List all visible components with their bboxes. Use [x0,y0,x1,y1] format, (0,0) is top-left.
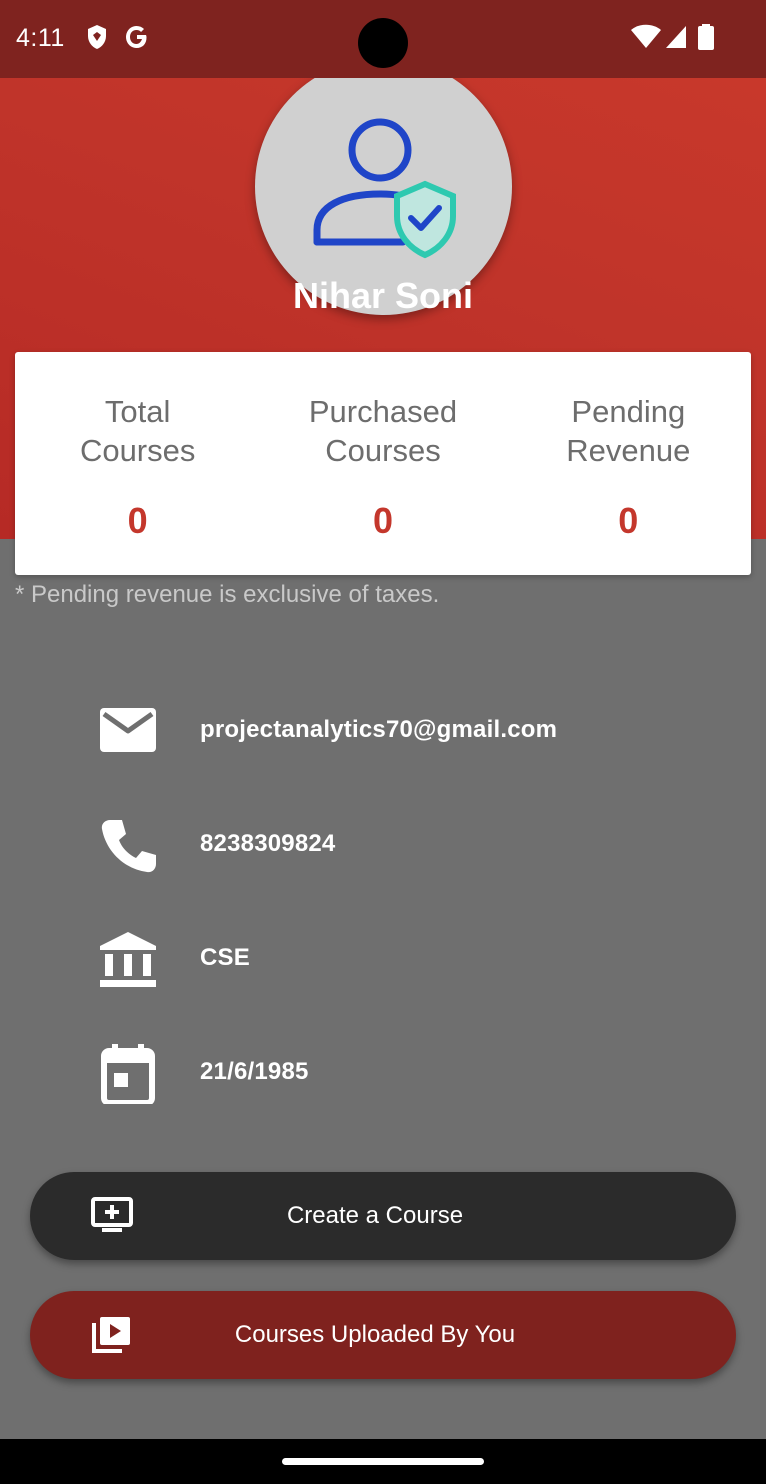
google-g-icon [124,24,150,55]
phone-row: 8238309824 [0,804,766,884]
stat-value: 0 [127,500,148,541]
home-gesture-handle[interactable] [282,1458,484,1465]
front-camera [358,18,408,68]
uploaded-courses-button[interactable]: Courses Uploaded By You [30,1291,736,1379]
email-row: projectanalytics70@gmail.com [0,690,766,770]
phone-icon [94,816,162,876]
user-name: Nihar Soni [292,275,474,316]
stat-label: Purchased Courses [308,394,458,468]
uploaded-courses-label: Courses Uploaded By You [234,1321,516,1348]
revenue-note: * Pending revenue is exclusive of taxes. [15,581,440,608]
shield-icon [86,24,108,55]
stat-label: Total Courses [79,394,196,468]
create-course-label: Create a Course [286,1202,464,1229]
phone-text: 8238309824 [200,830,336,857]
department-text: CSE [200,944,250,971]
battery-icon [697,24,715,55]
stat-total-courses: Total Courses 0 [15,352,260,575]
calendar-icon [94,1044,162,1106]
signal-icon [664,24,688,55]
stat-label: Pending Revenue [566,394,691,468]
stat-value: 0 [618,500,639,541]
dob-row: 21/6/1985 [0,1032,766,1112]
navigation-bar [0,1439,766,1484]
status-time: 4:11 [16,24,65,52]
status-bar: 4:11 [0,0,766,78]
email-text: projectanalytics70@gmail.com [200,716,558,743]
create-course-button[interactable]: Create a Course [30,1172,736,1260]
department-row: CSE [0,918,766,998]
wifi-icon [630,24,662,55]
stats-card: Total Courses 0 Purchased Courses 0 Pend… [15,352,751,575]
institution-icon [94,930,162,990]
stat-pending-revenue: Pending Revenue 0 [506,352,751,575]
stat-value: 0 [372,500,393,541]
stat-purchased-courses: Purchased Courses 0 [260,352,505,575]
mail-icon [94,702,162,762]
dob-text: 21/6/1985 [200,1058,309,1085]
